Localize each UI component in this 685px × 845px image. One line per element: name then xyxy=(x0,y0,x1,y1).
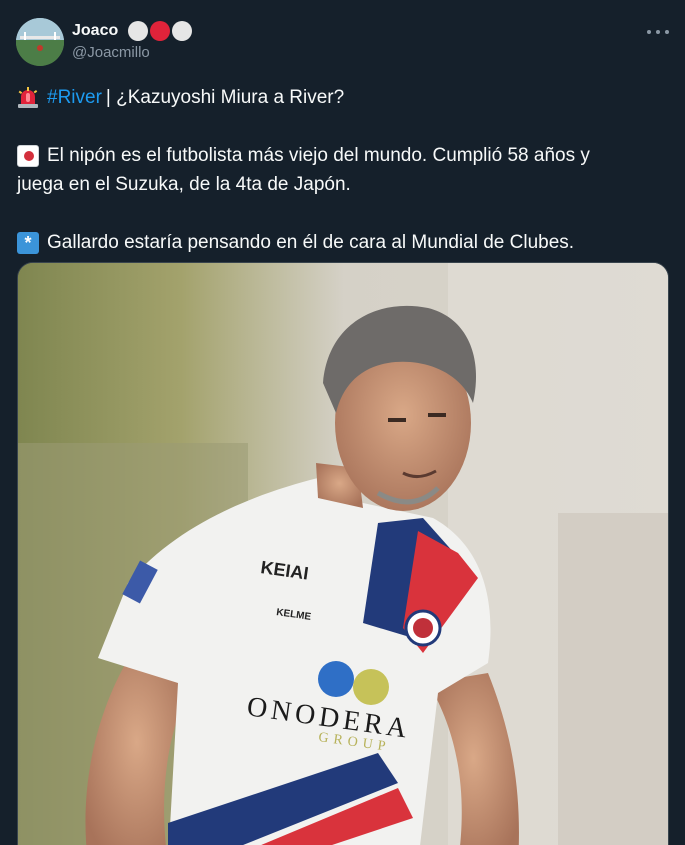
avatar[interactable] xyxy=(16,18,64,66)
tweet-line-1-text: | ¿Kazuyoshi Miura a River? xyxy=(105,87,345,108)
tweet-photo[interactable]: KEIAI KELME ONODERA GROUP xyxy=(17,262,669,845)
hashtag-link[interactable]: #River xyxy=(47,83,102,112)
badge-dots xyxy=(128,21,193,41)
tweet-line-2: El nipón es el futbolista más viejo del … xyxy=(17,141,667,170)
display-name[interactable]: Joaco xyxy=(72,22,118,40)
tweet-line-4: * Gallardo estaría pensando en él de car… xyxy=(17,228,667,257)
handle[interactable]: @Joacmillo xyxy=(72,44,150,61)
tweet-line-2-text: El nipón es el futbolista más viejo del … xyxy=(47,145,590,166)
more-horizontal-icon[interactable] xyxy=(647,22,669,42)
red-circle-icon xyxy=(150,21,171,41)
tweet-text: #River | ¿Kazuyoshi Miura a River? El ni… xyxy=(17,83,667,257)
tweet-line-3-text: juega en el Suzuka, de la 4ta de Japón. xyxy=(17,174,351,195)
siren-emoji xyxy=(17,86,39,109)
tweet-line-1: #River | ¿Kazuyoshi Miura a River? xyxy=(17,83,667,112)
tweet: Joaco @Joacmillo #River | ¿Kazuyoshi Miu… xyxy=(0,0,685,845)
white-circle-icon xyxy=(172,21,193,41)
japan-flag-emoji xyxy=(17,144,39,167)
tweet-line-4-text: Gallardo estaría pensando en él de cara … xyxy=(47,232,575,253)
asterisk-emoji: * xyxy=(17,231,39,254)
white-circle-icon xyxy=(128,21,149,41)
name-row: Joaco xyxy=(72,20,193,42)
tweet-line-3: juega en el Suzuka, de la 4ta de Japón. xyxy=(17,170,667,199)
photo-football-player: KEIAI KELME ONODERA GROUP xyxy=(18,263,668,845)
